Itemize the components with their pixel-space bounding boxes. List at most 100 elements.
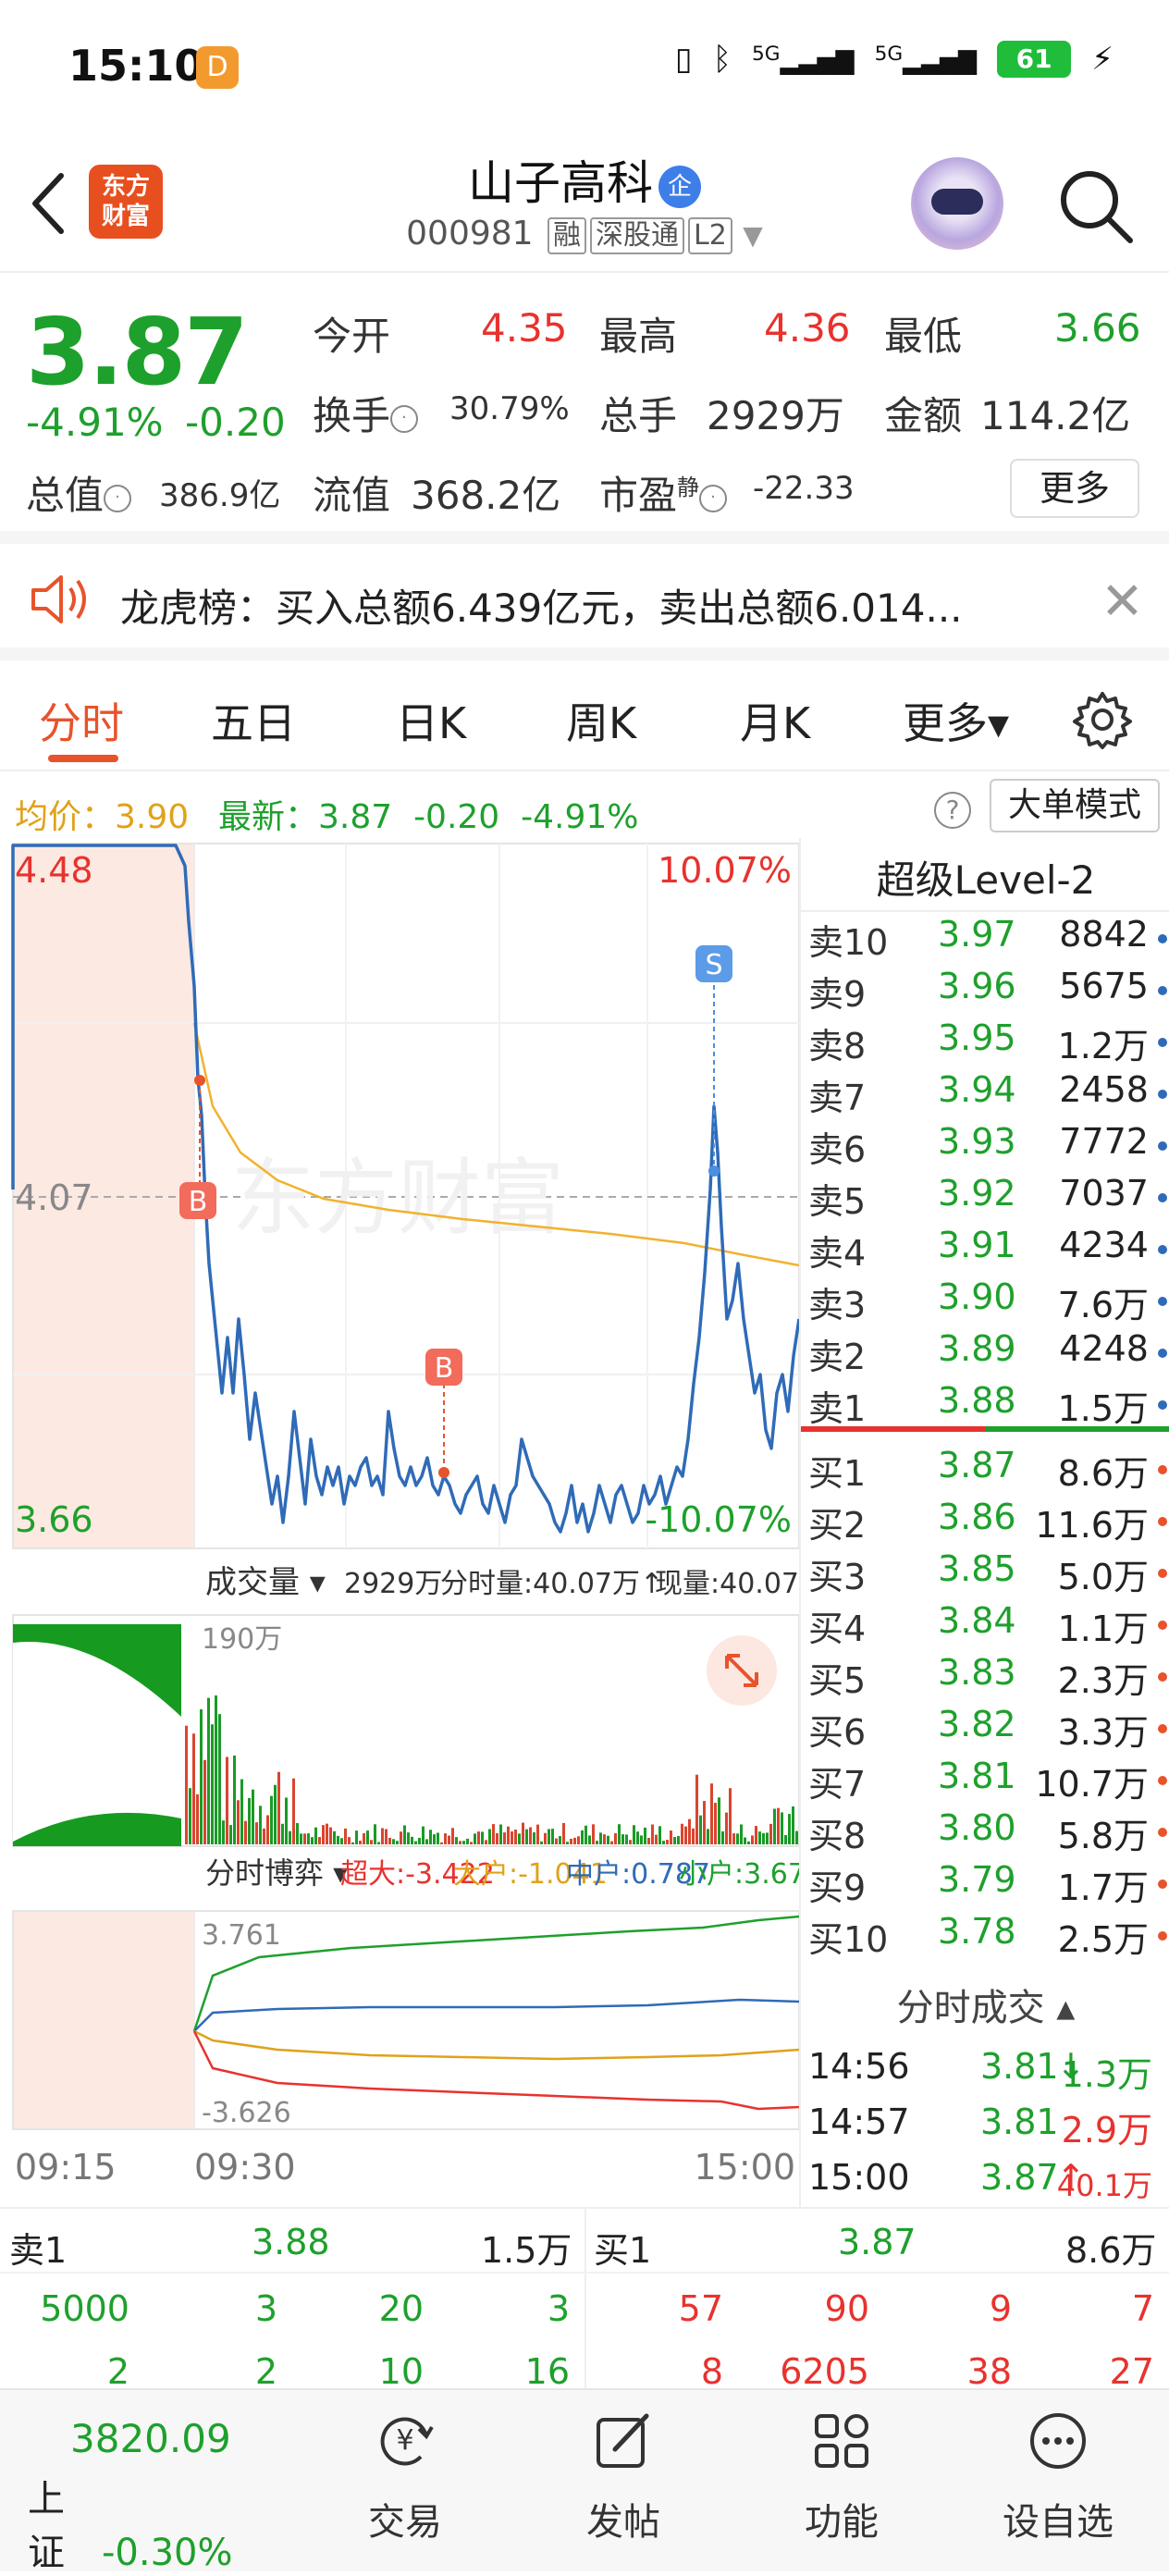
trades-title[interactable]: 分时成交 ▴ — [801, 1978, 1169, 2031]
buy-level-label: 买2 — [808, 1505, 867, 1546]
volume-bar — [670, 1830, 672, 1844]
volume-bar — [773, 1808, 776, 1844]
volume-bar — [699, 1815, 702, 1844]
settings-gear-icon[interactable] — [1073, 690, 1132, 749]
sell-row[interactable]: 卖6 3.93 7772 — [808, 1121, 1169, 1173]
tab-intraday[interactable]: 分时 — [39, 690, 124, 751]
help-icon[interactable]: ? — [934, 792, 971, 829]
nav-post[interactable]: 发帖 — [549, 2409, 697, 2545]
volume-bar — [725, 1812, 728, 1844]
sell-level-price: 3.95 — [938, 1017, 1016, 1058]
sell-row[interactable]: 卖2 3.89 4248 — [808, 1328, 1169, 1380]
sell-level-volume: 4248 — [1059, 1328, 1149, 1369]
more-button[interactable]: 更多 — [1010, 459, 1139, 518]
strip-sell-detail: 3 — [547, 2288, 570, 2329]
volume-bar — [477, 1831, 480, 1844]
buy-level-price: 3.85 — [938, 1548, 1016, 1589]
volume-bar — [259, 1806, 262, 1844]
sell-level-label: 卖2 — [808, 1337, 867, 1377]
volume-bar — [625, 1834, 628, 1844]
buy-level-label: 买8 — [808, 1816, 867, 1856]
info-icon[interactable]: · — [104, 484, 132, 512]
assistant-robot-icon[interactable] — [911, 157, 1003, 250]
sell-row[interactable]: 卖1 3.88 1.5万 — [808, 1380, 1169, 1432]
search-icon[interactable] — [1054, 165, 1138, 248]
volume-bar — [388, 1837, 391, 1844]
sell-row[interactable]: 卖3 3.90 7.6万 — [808, 1276, 1169, 1328]
buy-row[interactable]: 买4 3.84 1.1万 — [808, 1600, 1169, 1652]
amount-value: 114.2亿 — [980, 393, 1131, 438]
tab-more[interactable]: 更多▾ — [903, 690, 1009, 751]
volume-bar — [762, 1832, 765, 1844]
close-icon[interactable]: ✕ — [1101, 572, 1144, 632]
tab-daily-k[interactable]: 日K — [396, 690, 466, 751]
tab-five-day[interactable]: 五日 — [211, 690, 296, 751]
chart-tabs: 分时 五日 日K 周K 月K 更多▾ — [0, 660, 1169, 771]
sell-dot-icon — [1158, 1400, 1167, 1410]
order-book-title[interactable]: 超级Level-2 — [801, 849, 1169, 906]
buy-dot-icon — [1158, 1828, 1167, 1837]
strip-sell-detail: 2 — [106, 2351, 129, 2392]
status-icons: ▯ ᛒ 5G▂▃▅▇ 5G▂▃▅▇ 61 ⚡ — [675, 41, 1114, 78]
trade-volume: 2.9万 — [1061, 2110, 1152, 2151]
pe-value: -22.33 — [753, 470, 855, 507]
sell-row[interactable]: 卖5 3.92 7037 — [808, 1173, 1169, 1225]
sell-row[interactable]: 卖7 3.94 2458 — [808, 1069, 1169, 1121]
buy-row[interactable]: 买10 3.78 2.5万 — [808, 1911, 1169, 1963]
sell-row[interactable]: 卖4 3.91 4234 — [808, 1225, 1169, 1276]
buy-row[interactable]: 买1 3.87 8.6万 — [808, 1445, 1169, 1497]
dropdown-triangle-icon[interactable]: ▼ — [743, 220, 763, 251]
tab-monthly-k[interactable]: 月K — [740, 690, 810, 751]
index-ticker[interactable]: 3820.09 上证 -0.30% — [28, 2416, 268, 2576]
big-order-mode-button[interactable]: 大单模式 — [990, 779, 1160, 832]
volume-bar — [189, 1788, 191, 1844]
volume-bar — [610, 1841, 613, 1844]
game-min-label: -3.626 — [202, 2097, 291, 2129]
sell-row[interactable]: 卖9 3.96 5675 — [808, 966, 1169, 1017]
strip-sell-detail: 16 — [524, 2351, 570, 2392]
dragon-tiger-notice[interactable]: 龙虎榜：买入总额6.439亿元，卖出总额6.014... ✕ — [0, 544, 1169, 660]
volume-bar — [333, 1830, 336, 1844]
buy-level-volume: 10.7万 — [1035, 1764, 1149, 1805]
buy-row[interactable]: 买3 3.85 5.0万 — [808, 1548, 1169, 1600]
buy-row[interactable]: 买8 3.80 5.8万 — [808, 1807, 1169, 1859]
volume-bar — [651, 1824, 654, 1844]
time-start: 09:15 — [15, 2147, 117, 2188]
buy-row[interactable]: 买6 3.82 3.3万 — [808, 1704, 1169, 1756]
nav-add-watchlist[interactable]: 设自选 — [984, 2409, 1132, 2545]
volume-bar — [355, 1830, 358, 1844]
volume-bar — [289, 1830, 291, 1844]
buy-level-price: 3.78 — [938, 1911, 1016, 1952]
sell-level-price: 3.96 — [938, 966, 1016, 1006]
game-max-label: 3.761 — [202, 1919, 281, 1952]
sell-level-label: 卖7 — [808, 1078, 867, 1118]
buy-dot-icon — [1158, 1776, 1167, 1785]
trade-price: 3.87 — [980, 2157, 1059, 2198]
volume-bar — [440, 1842, 443, 1844]
trade-volume: 40.1万 — [1056, 2168, 1152, 2203]
sell-level-price: 3.89 — [938, 1328, 1016, 1369]
notice-text: 龙虎榜：买入总额6.439亿元，卖出总额6.014... — [120, 585, 963, 631]
sell-row[interactable]: 卖10 3.97 8842 — [808, 914, 1169, 966]
sell-level-label: 卖9 — [808, 974, 867, 1015]
buy-row[interactable]: 买9 3.79 1.7万 — [808, 1859, 1169, 1911]
intraday-chart[interactable]: 东方财富 B B S 4.48 10.07% 4.07 3.66 -10.07%… — [0, 838, 827, 2207]
nav-trade[interactable]: ¥ 交易 — [331, 2409, 479, 2545]
large-holder-line — [193, 2029, 800, 2061]
stock-code: 000981 — [406, 215, 534, 253]
info-icon[interactable]: · — [699, 484, 728, 512]
volume-bar — [566, 1842, 569, 1844]
tag-l2: L2 — [688, 217, 732, 254]
volume-bar — [755, 1826, 757, 1844]
buy-row[interactable]: 买2 3.86 11.6万 — [808, 1497, 1169, 1548]
volume-bar — [522, 1822, 524, 1844]
quote-panel: 3.87 -4.91% -0.20 今开 4.35 最高 4.36 最低 3.6… — [0, 274, 1169, 544]
volume-bar — [222, 1820, 225, 1844]
buy-row[interactable]: 买7 3.81 10.7万 — [808, 1756, 1169, 1807]
tab-weekly-k[interactable]: 周K — [566, 690, 636, 751]
intraday-chart-svg: 东方财富 B B S 4.48 10.07% 4.07 3.66 -10.07%… — [11, 843, 827, 2188]
sell-row[interactable]: 卖8 3.95 1.2万 — [808, 1017, 1169, 1069]
buy-row[interactable]: 买5 3.83 2.3万 — [808, 1652, 1169, 1704]
nav-functions[interactable]: 功能 — [768, 2409, 916, 2545]
info-icon[interactable]: · — [390, 404, 419, 433]
